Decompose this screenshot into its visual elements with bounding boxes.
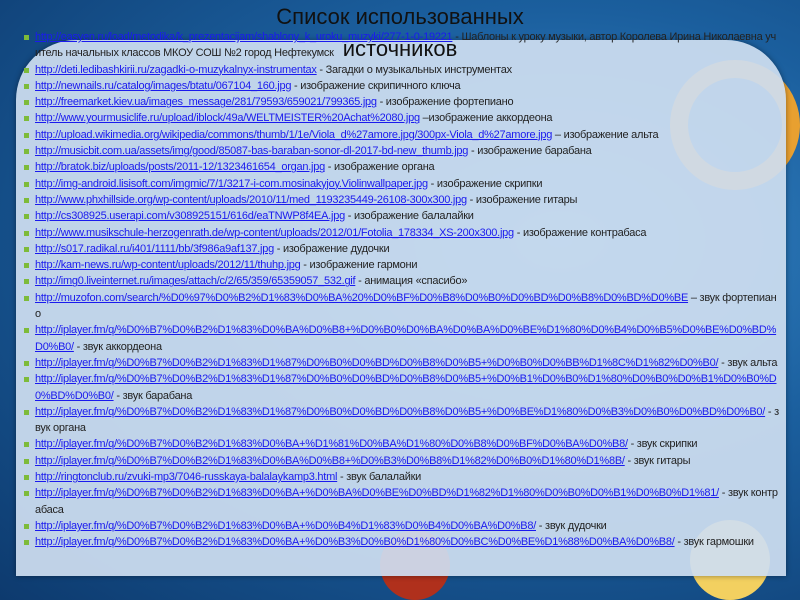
source-description: - Загадки о музыкальных инструментах (316, 63, 512, 76)
source-item: http://iplayer.fm/q/%D0%B7%D0%B2%D1%83%D… (24, 371, 780, 404)
source-item: http://muzofon.com/search/%D0%97%D0%B2%D… (24, 290, 780, 323)
source-link[interactable]: http://ringtonclub.ru/zvuki-mp3/7046-rus… (35, 471, 337, 483)
source-link[interactable]: http://img-android.lisisoft.com/imgmic/7… (35, 178, 428, 190)
source-description: - звук барабана (113, 389, 193, 402)
source-item: http://iplayer.fm/q/%D0%B7%D0%B2%D1%83%D… (24, 322, 780, 355)
title-line-2: источников (342, 36, 458, 61)
source-link[interactable]: http://iplayer.fm/q/%D0%B7%D0%B2%D1%83%D… (35, 357, 719, 369)
source-description: - звук балалайки (337, 471, 422, 484)
source-link[interactable]: http://cs308925.userapi.com/v308925151/6… (35, 210, 345, 222)
source-description: - изображение скрипичного ключа (291, 79, 461, 92)
source-item: http://newnails.ru/catalog/images/btatu/… (24, 78, 780, 94)
source-link[interactable]: http://musicbit.com.ua/assets/img/good/8… (35, 145, 468, 157)
source-item: http://s017.radikal.ru/i401/1111/bb/3f98… (24, 241, 780, 257)
source-description: - изображение контрабаса (513, 226, 647, 239)
source-link[interactable]: http://img0.liveinternet.ru/images/attac… (35, 275, 356, 287)
source-item: http://musicbit.com.ua/assets/img/good/8… (24, 143, 780, 159)
source-description: - изображение барабана (468, 145, 592, 158)
source-link[interactable]: http://www.yourmusiclife.ru/upload/ibloc… (35, 112, 420, 124)
source-description: - изображение фортепиано (376, 96, 514, 109)
source-link[interactable]: http://muzofon.com/search/%D0%97%D0%B2%D… (35, 292, 688, 304)
source-description: - звук гармошки (674, 536, 754, 549)
source-description: - звук гитары (624, 454, 691, 467)
source-link[interactable]: http://kam-news.ru/wp-content/uploads/20… (35, 259, 301, 271)
source-description: - изображение гармони (300, 259, 418, 272)
source-item: http://img-android.lisisoft.com/imgmic/7… (24, 176, 780, 192)
source-item: http://www.yourmusiclife.ru/upload/ibloc… (24, 110, 780, 126)
source-link[interactable]: http://www.phxhillside.org/wp-content/up… (35, 194, 467, 206)
source-item: http://freemarket.kiev.ua/images_message… (24, 94, 780, 110)
source-item: http://iplayer.fm/q/%D0%B7%D0%B2%D1%83%D… (24, 404, 780, 437)
source-item: http://cs308925.userapi.com/v308925151/6… (24, 208, 780, 224)
source-item: http://bratok.biz/uploads/posts/2011-12/… (24, 159, 780, 175)
source-link[interactable]: http://iplayer.fm/q/%D0%B7%D0%B2%D1%83%D… (35, 455, 625, 467)
source-item: http://iplayer.fm/q/%D0%B7%D0%B2%D1%83%D… (24, 534, 780, 550)
source-link[interactable]: http://deti.ledibashkirii.ru/zagadki-o-m… (35, 64, 317, 76)
source-description: –изображение аккордеона (419, 112, 553, 125)
source-description: - звук скрипки (627, 438, 698, 451)
source-description: - звук альта (718, 356, 778, 369)
source-item: http://iplayer.fm/q/%D0%B7%D0%B2%D1%83%D… (24, 485, 780, 518)
slide-title: Список использованных источников (0, 2, 800, 64)
source-description: - изображение гитары (466, 193, 578, 206)
source-link[interactable]: http://freemarket.kiev.ua/images_message… (35, 96, 377, 108)
source-link[interactable]: http://www.musikschule-herzogenrath.de/w… (35, 227, 514, 239)
source-description: - анимация «спасибо» (355, 275, 468, 288)
source-link[interactable]: http://bratok.biz/uploads/posts/2011-12/… (35, 161, 325, 173)
source-link[interactable]: http://iplayer.fm/q/%D0%B7%D0%B2%D1%83%D… (35, 438, 628, 450)
source-link[interactable]: http://upload.wikimedia.org/wikipedia/co… (35, 129, 552, 141)
source-description: - звук дудочки (536, 519, 607, 532)
source-link[interactable]: http://newnails.ru/catalog/images/btatu/… (35, 80, 291, 92)
source-description: - звук аккордеона (73, 340, 162, 353)
sources-list: http://easyen.ru/load/metodika/k_prezent… (20, 29, 780, 551)
source-link[interactable]: http://iplayer.fm/q/%D0%B7%D0%B2%D1%83%D… (35, 536, 675, 548)
source-item: http://iplayer.fm/q/%D0%B7%D0%B2%D1%83%D… (24, 355, 780, 371)
title-line-1: Список использованных (276, 4, 524, 29)
source-item: http://ringtonclub.ru/zvuki-mp3/7046-rus… (24, 469, 780, 485)
source-item: http://deti.ledibashkirii.ru/zagadki-o-m… (24, 62, 780, 78)
source-item: http://iplayer.fm/q/%D0%B7%D0%B2%D1%83%D… (24, 436, 780, 452)
source-item: http://img0.liveinternet.ru/images/attac… (24, 273, 780, 289)
source-description: – изображение альта (552, 128, 659, 141)
source-link[interactable]: http://s017.radikal.ru/i401/1111/bb/3f98… (35, 243, 274, 255)
source-link[interactable]: http://iplayer.fm/q/%D0%B7%D0%B2%D1%83%D… (35, 406, 765, 418)
source-item: http://iplayer.fm/q/%D0%B7%D0%B2%D1%83%D… (24, 453, 780, 469)
source-item: http://www.phxhillside.org/wp-content/up… (24, 192, 780, 208)
source-description: - изображение скрипки (427, 177, 543, 190)
source-description: - изображение балалайки (344, 210, 474, 223)
source-description: - изображение органа (324, 161, 435, 174)
source-link[interactable]: http://iplayer.fm/q/%D0%B7%D0%B2%D1%83%D… (35, 520, 536, 532)
source-item: http://www.musikschule-herzogenrath.de/w… (24, 225, 780, 241)
source-item: http://kam-news.ru/wp-content/uploads/20… (24, 257, 780, 273)
source-item: http://iplayer.fm/q/%D0%B7%D0%B2%D1%83%D… (24, 518, 780, 534)
source-link[interactable]: http://iplayer.fm/q/%D0%B7%D0%B2%D1%83%D… (35, 487, 719, 499)
source-item: http://upload.wikimedia.org/wikipedia/co… (24, 127, 780, 143)
source-description: - изображение дудочки (273, 242, 390, 255)
